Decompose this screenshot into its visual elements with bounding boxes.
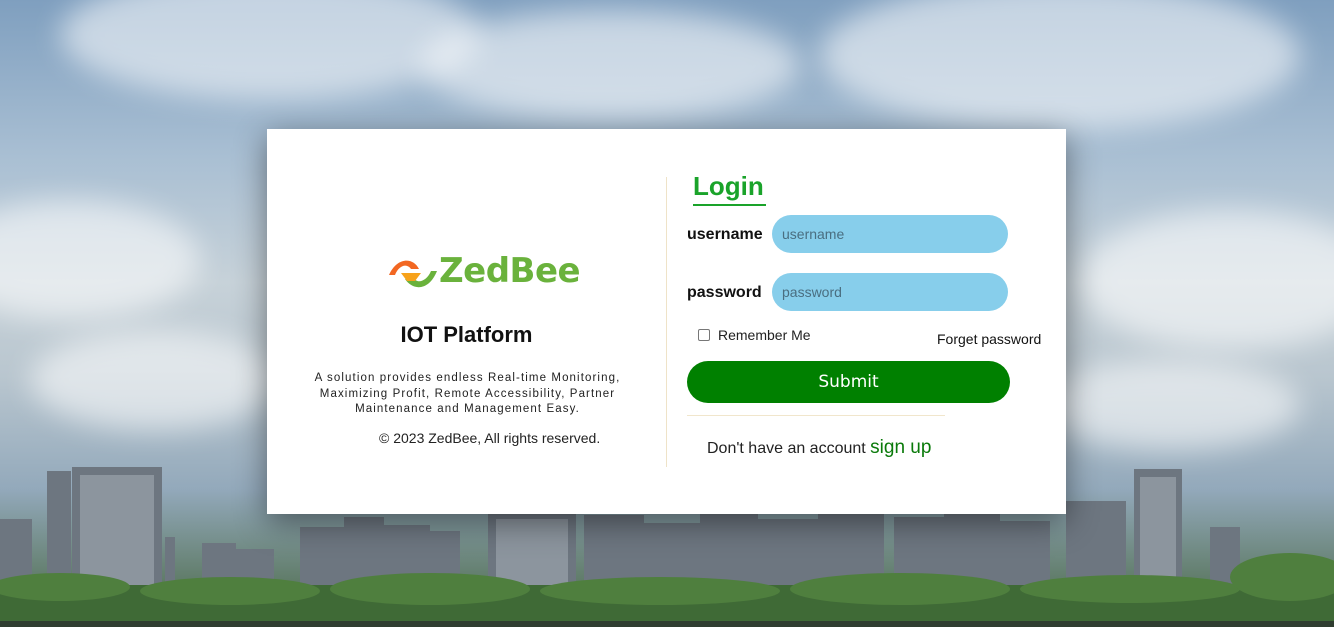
submit-button[interactable]: Submit [687, 361, 1010, 403]
form-separator [687, 415, 945, 416]
platform-title: IOT Platform [400, 322, 533, 347]
copyright-text: © 2023 ZedBee, All rights reserved. [379, 430, 601, 446]
signup-prompt: Don't have an account sign up [707, 437, 931, 459]
username-label: username [687, 226, 763, 243]
remember-me-label: Remember Me [718, 327, 811, 343]
info-panel: ZedBee IOT Platform A solution provides … [267, 129, 666, 514]
logo-wordmark: ZedBee [439, 251, 581, 291]
login-heading: Login [693, 169, 766, 206]
platform-tagline: A solution provides endless Real-time Mo… [314, 372, 621, 415]
forget-password-link[interactable]: Forget password [937, 331, 1041, 347]
remember-me-option[interactable]: Remember Me [698, 327, 811, 343]
signup-link[interactable]: sign up [870, 437, 931, 458]
password-label: password [687, 284, 762, 301]
remember-me-checkbox[interactable] [698, 329, 710, 341]
password-input[interactable] [772, 273, 1008, 311]
zedbee-logo: ZedBee [387, 249, 581, 299]
zedbee-logo-icon [389, 260, 437, 288]
login-card: ZedBee IOT Platform A solution provides … [267, 129, 1066, 514]
username-input[interactable] [772, 215, 1008, 253]
login-form: Login username password Remember Me Forg… [667, 129, 1066, 514]
signup-prompt-text: Don't have an account [707, 440, 866, 457]
